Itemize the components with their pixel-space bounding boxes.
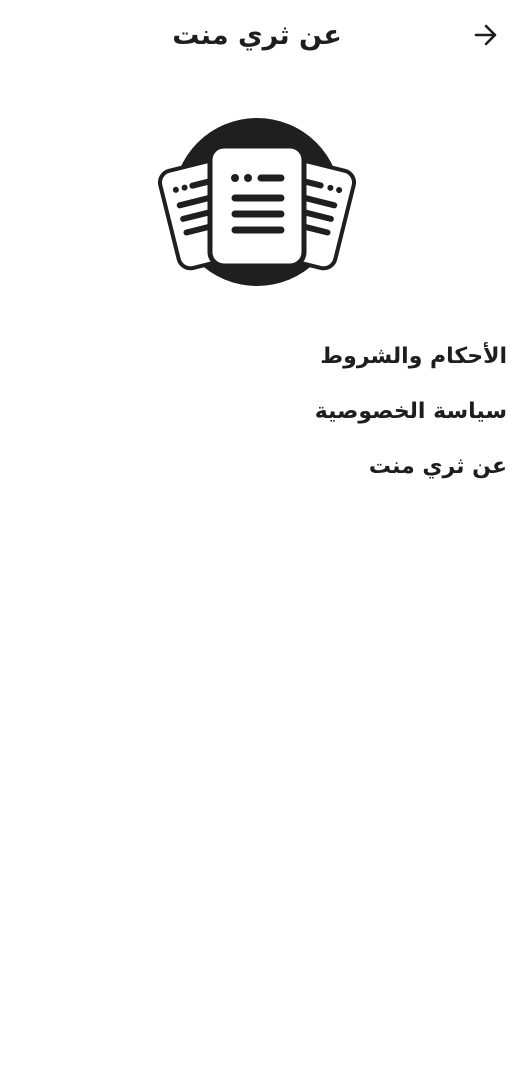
arrow-right-icon xyxy=(474,24,497,46)
menu-item-about[interactable]: عن ثري منت xyxy=(87,450,507,484)
page-title: عن ثري منت xyxy=(172,20,342,51)
app-bar: عن ثري منت xyxy=(0,0,514,72)
hero-illustration xyxy=(155,116,359,288)
menu-list: الأحكام والشروط سياسة الخصوصية عن ثري من… xyxy=(87,340,507,505)
menu-item-privacy[interactable]: سياسة الخصوصية xyxy=(87,395,507,429)
back-button[interactable] xyxy=(468,17,504,53)
documents-icon xyxy=(157,118,357,286)
menu-item-terms[interactable]: الأحكام والشروط xyxy=(87,340,507,374)
